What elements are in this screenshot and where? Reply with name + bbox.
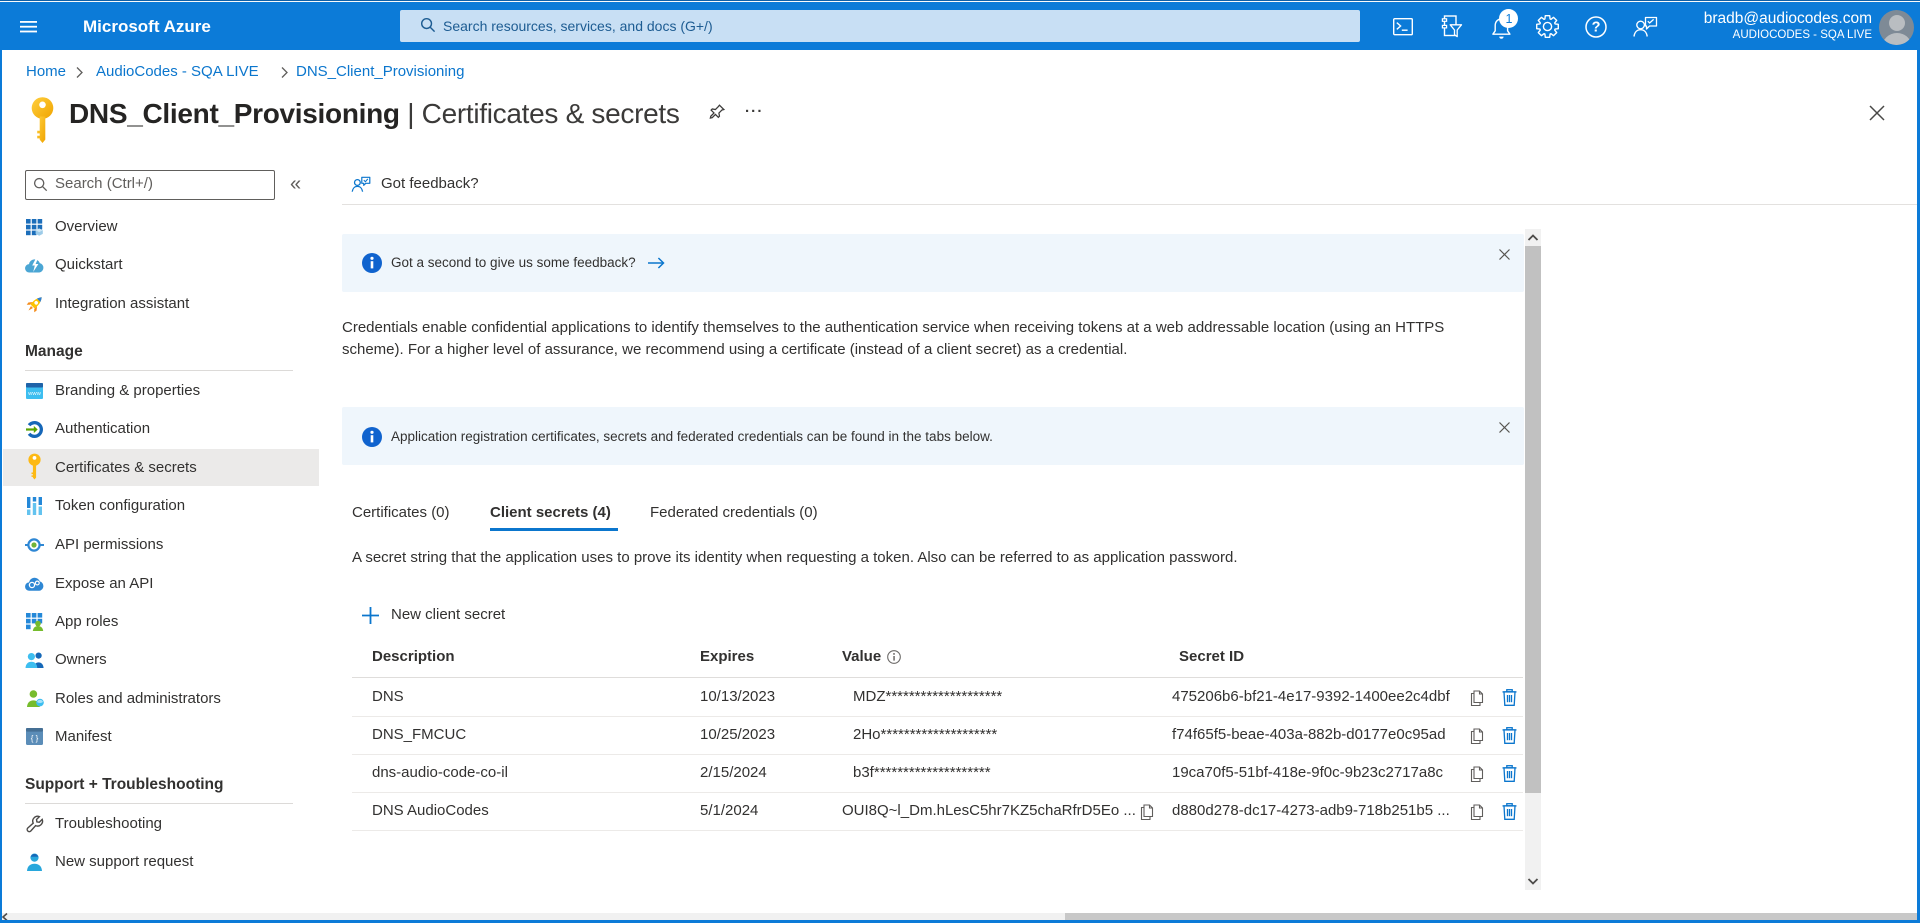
svg-text:?: ? (1592, 20, 1601, 36)
svg-text:WWW: WWW (28, 391, 41, 396)
svg-text:{ }: { } (31, 734, 39, 743)
